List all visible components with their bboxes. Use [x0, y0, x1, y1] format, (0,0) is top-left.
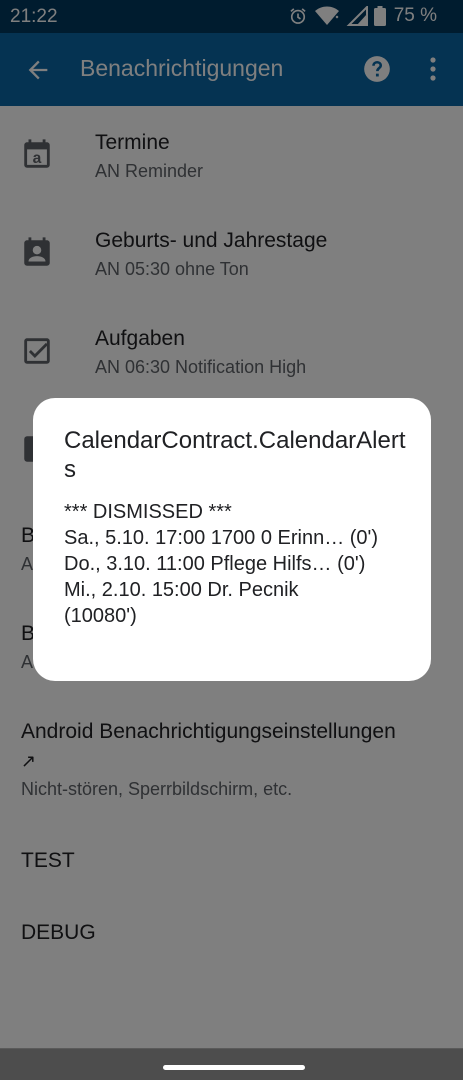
- dialog-line: Mi., 2.10. 15:00 Dr. Pecnik (10080'): [64, 579, 299, 627]
- dialog-line: Sa., 5.10. 17:00 1700 0 Erinn… (0'): [64, 527, 379, 549]
- dialog-body: *** DISMISSED *** Sa., 5.10. 17:00 1700 …: [64, 499, 409, 629]
- navigation-bar: [0, 1048, 463, 1080]
- home-gesture-handle[interactable]: [163, 1065, 305, 1070]
- dialog-line: Do., 3.10. 11:00 Pflege Hilfs… (0'): [64, 553, 366, 575]
- dialog-line: *** DISMISSED ***: [64, 501, 232, 523]
- dialog-title: CalendarContract.CalendarAlerts: [64, 427, 406, 483]
- alerts-dialog: CalendarContract.CalendarAlerts *** DISM…: [33, 398, 431, 681]
